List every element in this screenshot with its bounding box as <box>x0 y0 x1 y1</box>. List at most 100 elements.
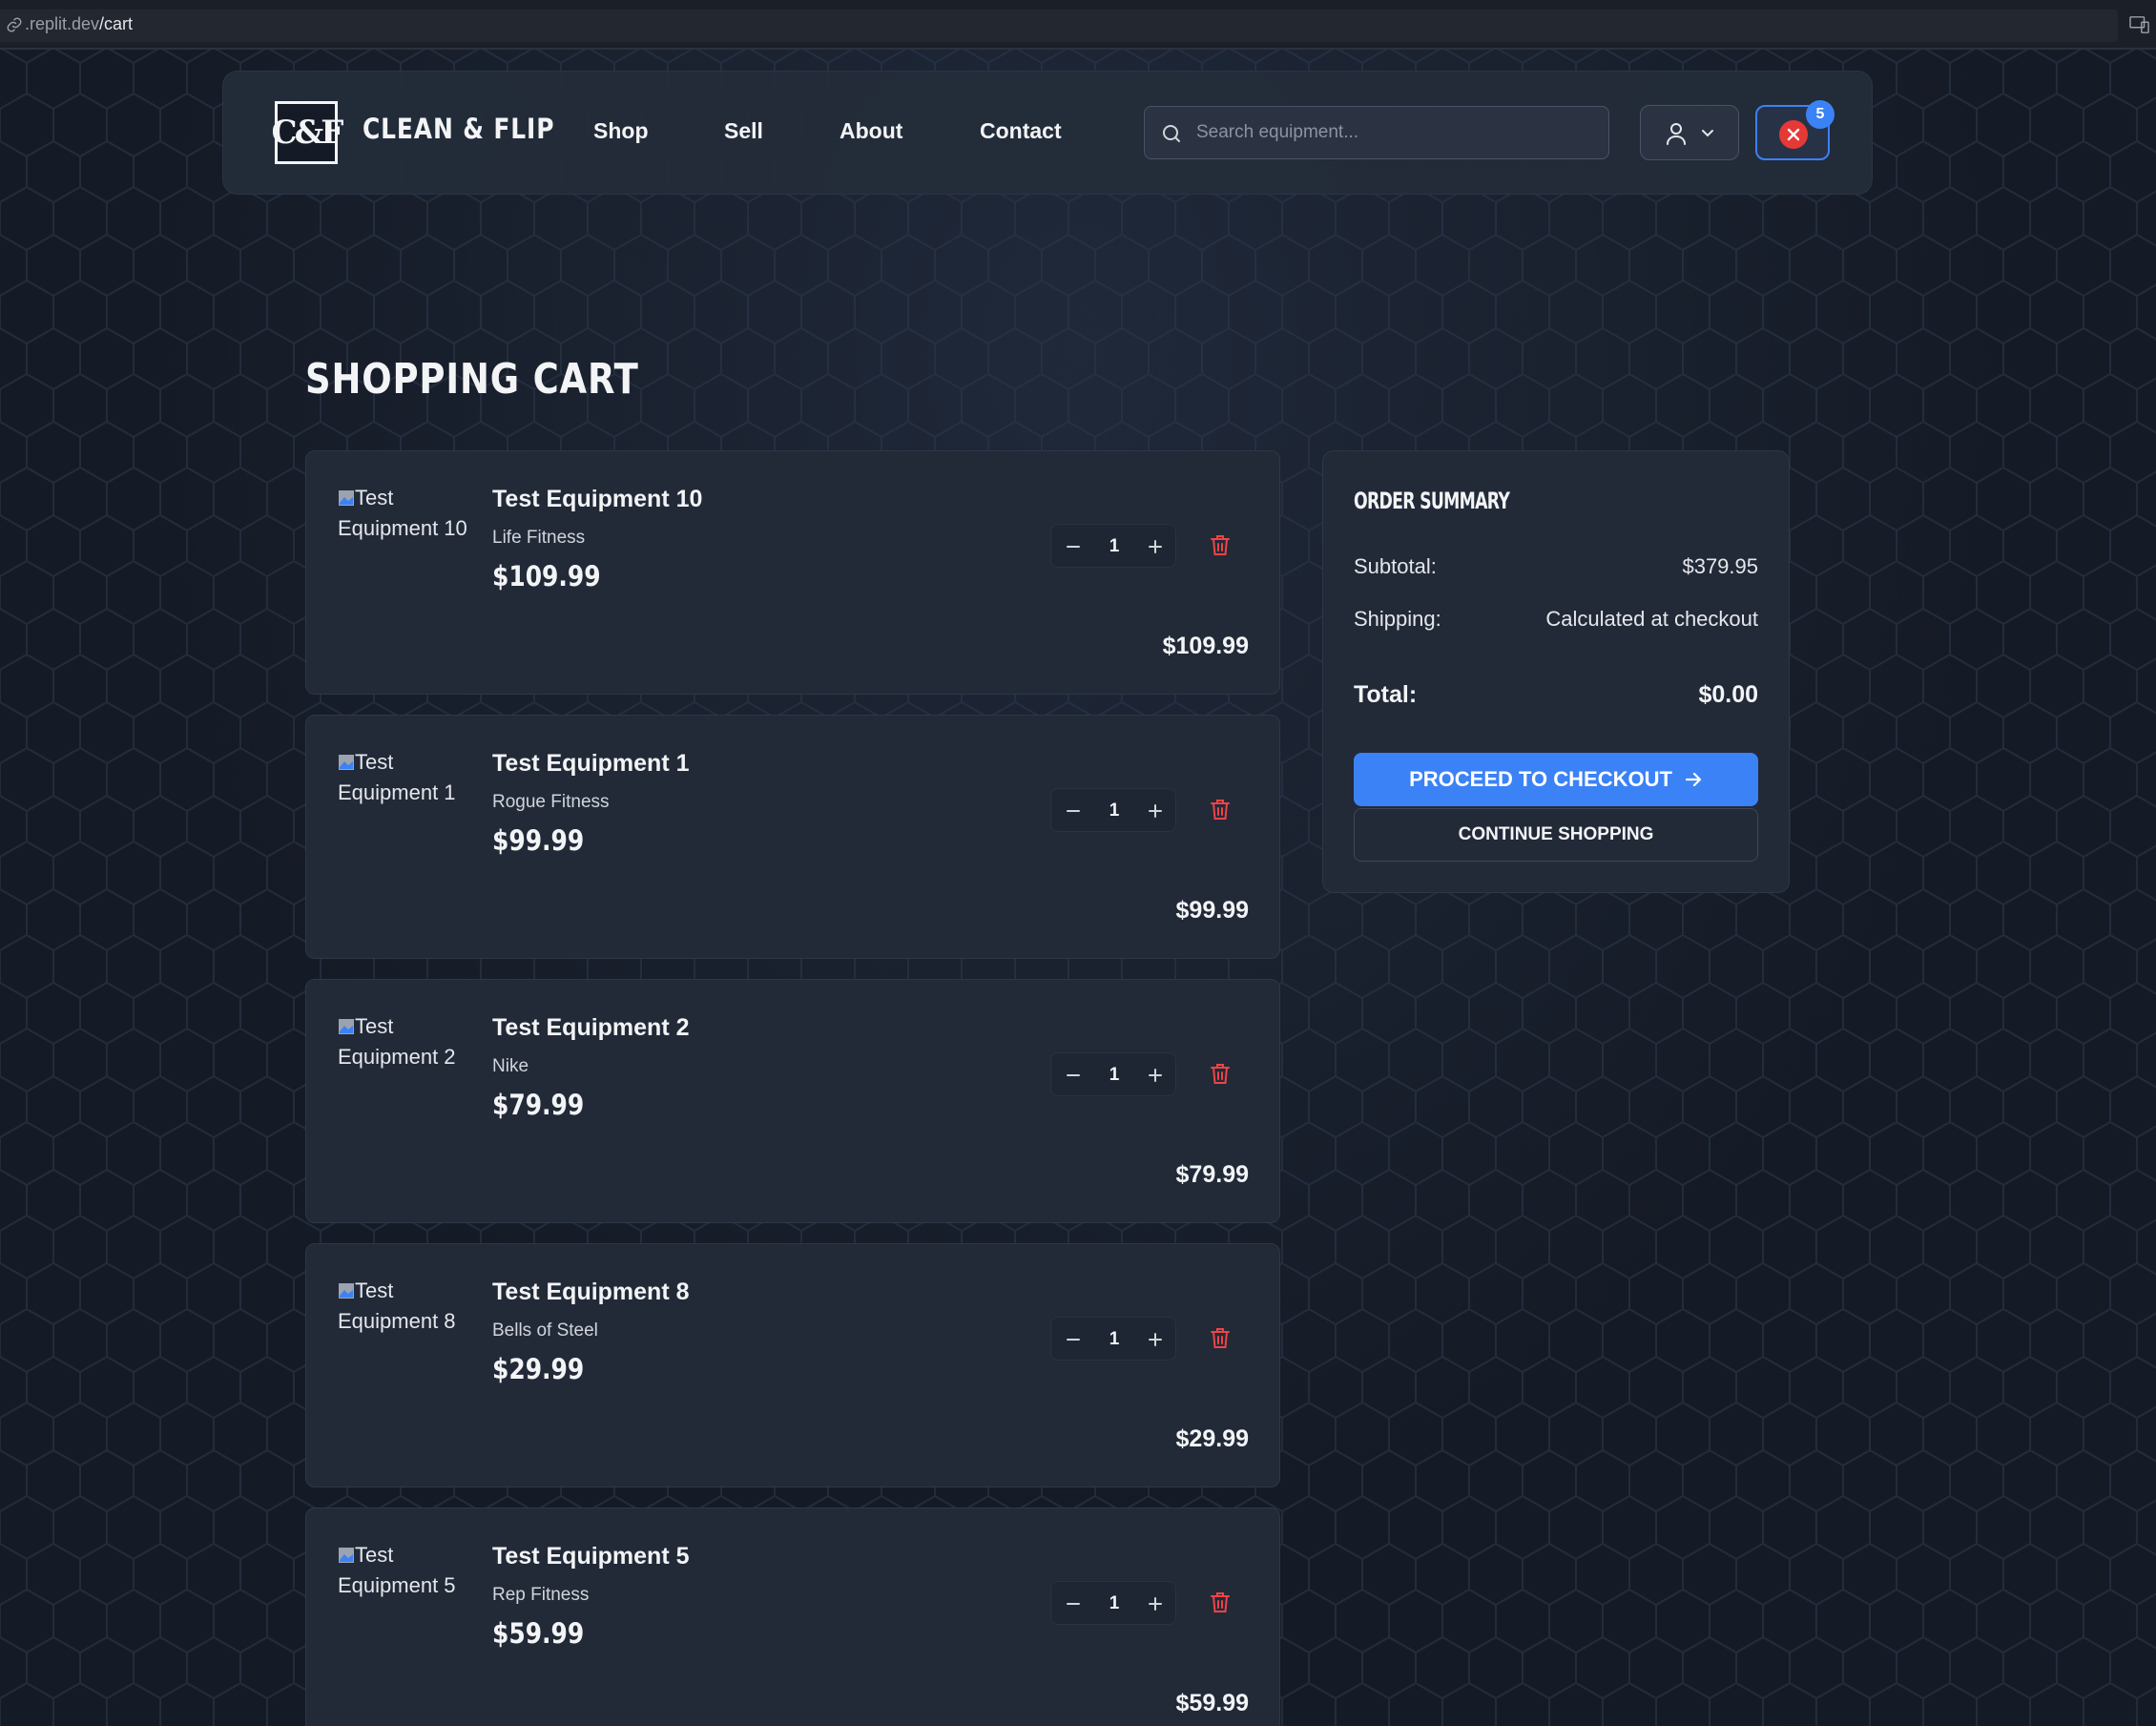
link-icon <box>7 17 22 32</box>
subtotal-value: $379.95 <box>1682 554 1758 578</box>
product-brand: Life Fitness <box>492 528 586 548</box>
proceed-to-checkout-button[interactable]: PROCEED TO CHECKOUT <box>1354 753 1758 806</box>
increase-quantity-button[interactable] <box>1139 1588 1171 1620</box>
cart-item: Test Equipment 1 Test Equipment 1 Rogue … <box>305 715 1280 959</box>
continue-shopping-button[interactable]: CONTINUE SHOPPING <box>1354 808 1758 862</box>
total-label: Total: <box>1354 681 1418 708</box>
line-total: $29.99 <box>1175 1425 1249 1452</box>
order-summary: ORDER SUMMARY Subtotal: $379.95 Shipping… <box>1322 450 1790 893</box>
shipping-value: Calculated at checkout <box>1545 607 1758 631</box>
quantity-value: 1 <box>1109 536 1120 556</box>
subtotal-label: Subtotal: <box>1354 554 1437 578</box>
arrow-right-icon <box>1685 772 1702 787</box>
cart-item: Test Equipment 2 Test Equipment 2 Nike $… <box>305 979 1280 1223</box>
quantity-stepper: 1 <box>1050 1581 1176 1625</box>
increase-quantity-button[interactable] <box>1139 530 1171 563</box>
search-box <box>1144 106 1609 159</box>
decrease-quantity-button[interactable] <box>1057 1323 1089 1356</box>
product-image: Test Equipment 1 <box>338 747 471 808</box>
product-image: Test Equipment 5 <box>338 1540 471 1601</box>
minus-icon <box>1067 810 1080 812</box>
search-input[interactable] <box>1196 107 1597 157</box>
cart-item: Test Equipment 5 Test Equipment 5 Rep Fi… <box>305 1508 1280 1726</box>
devices-icon[interactable] <box>2129 15 2150 34</box>
nav-contact[interactable]: Contact <box>980 118 1062 144</box>
trash-icon[interactable] <box>1210 798 1231 821</box>
logo[interactable]: C&F <box>272 101 343 164</box>
brand-name[interactable]: CLEAN & FLIP <box>363 113 554 145</box>
image-alt-text: Test Equipment 5 <box>338 1543 456 1597</box>
summary-title: ORDER SUMMARY <box>1354 488 1510 514</box>
search-icon <box>1163 125 1180 142</box>
account-menu-button[interactable] <box>1640 105 1739 160</box>
plus-icon <box>1149 540 1162 553</box>
nav-shop[interactable]: Shop <box>593 118 649 144</box>
trash-icon[interactable] <box>1210 1062 1231 1085</box>
quantity-stepper: 1 <box>1050 1052 1176 1096</box>
broken-image-icon <box>339 1283 354 1299</box>
quantity-value: 1 <box>1109 801 1120 821</box>
broken-image-icon <box>339 1548 354 1563</box>
page-title: SHOPPING CART <box>305 355 639 404</box>
url-path: /cart <box>99 14 134 33</box>
shipping-label: Shipping: <box>1354 607 1441 631</box>
trash-icon[interactable] <box>1210 533 1231 556</box>
minus-icon <box>1067 1603 1080 1605</box>
plus-icon <box>1149 1597 1162 1611</box>
line-total: $79.99 <box>1175 1161 1249 1188</box>
trash-icon[interactable] <box>1210 1591 1231 1613</box>
product-price: $29.99 <box>492 1353 585 1385</box>
line-total: $59.99 <box>1175 1690 1249 1716</box>
increase-quantity-button[interactable] <box>1139 795 1171 827</box>
decrease-quantity-button[interactable] <box>1057 1059 1089 1092</box>
minus-icon <box>1067 546 1080 548</box>
product-name[interactable]: Test Equipment 10 <box>492 486 702 513</box>
address-url[interactable]: .replit.dev/cart <box>25 14 133 34</box>
decrease-quantity-button[interactable] <box>1057 1588 1089 1620</box>
minus-icon <box>1067 1339 1080 1341</box>
line-total: $99.99 <box>1175 897 1249 924</box>
decrease-quantity-button[interactable] <box>1057 795 1089 827</box>
continue-label: CONTINUE SHOPPING <box>1458 824 1654 844</box>
quantity-stepper: 1 <box>1050 524 1176 568</box>
trash-icon[interactable] <box>1210 1326 1231 1349</box>
quantity-value: 1 <box>1109 1329 1120 1349</box>
product-image: Test Equipment 10 <box>338 483 471 544</box>
quantity-value: 1 <box>1109 1065 1120 1085</box>
nav-sell[interactable]: Sell <box>724 118 763 144</box>
plus-icon <box>1149 804 1162 818</box>
decrease-quantity-button[interactable] <box>1057 530 1089 563</box>
broken-image-icon <box>339 755 354 770</box>
image-alt-text: Test Equipment 1 <box>338 750 456 804</box>
image-alt-text: Test Equipment 2 <box>338 1014 456 1069</box>
cart-item: Test Equipment 10 Test Equipment 10 Life… <box>305 450 1280 695</box>
quantity-stepper: 1 <box>1050 1317 1176 1361</box>
product-name[interactable]: Test Equipment 1 <box>492 750 690 778</box>
product-name[interactable]: Test Equipment 8 <box>492 1279 690 1306</box>
product-brand: Nike <box>492 1056 529 1076</box>
line-total: $109.99 <box>1162 633 1249 659</box>
address-field[interactable] <box>0 10 2118 42</box>
chevron-down-icon <box>1702 130 1713 137</box>
total-value: $0.00 <box>1698 681 1758 708</box>
increase-quantity-button[interactable] <box>1139 1059 1171 1092</box>
close-icon <box>1779 120 1808 149</box>
product-image: Test Equipment 8 <box>338 1276 471 1337</box>
increase-quantity-button[interactable] <box>1139 1323 1171 1356</box>
plus-icon <box>1149 1333 1162 1346</box>
product-name[interactable]: Test Equipment 5 <box>492 1543 690 1570</box>
checkout-label: PROCEED TO CHECKOUT <box>1409 767 1672 791</box>
product-price: $59.99 <box>492 1617 585 1650</box>
product-price: $109.99 <box>492 560 601 593</box>
product-image: Test Equipment 2 <box>338 1011 471 1072</box>
quantity-value: 1 <box>1109 1593 1120 1613</box>
product-brand: Rogue Fitness <box>492 792 610 812</box>
nav-about[interactable]: About <box>840 118 902 144</box>
product-brand: Bells of Steel <box>492 1320 598 1341</box>
url-host: .replit.dev <box>25 14 100 33</box>
broken-image-icon <box>339 490 354 506</box>
broken-image-icon <box>339 1019 354 1034</box>
cart-count-badge: 5 <box>1806 100 1835 129</box>
product-name[interactable]: Test Equipment 2 <box>492 1014 690 1042</box>
plus-icon <box>1149 1069 1162 1082</box>
